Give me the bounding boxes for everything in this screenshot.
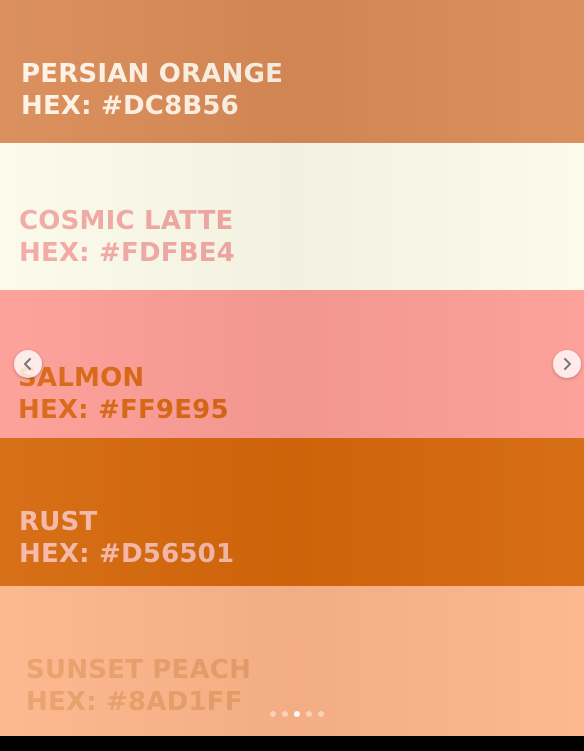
next-slide-button[interactable] (553, 350, 581, 378)
image-viewer: PERSIAN ORANGE HEX: #DC8B56 COSMIC LATTE… (0, 0, 584, 751)
swatch-hex: HEX: #8AD1FF (26, 687, 243, 717)
carousel-pagination (270, 711, 324, 717)
swatch-label: SUNSET PEACH HEX: #8AD1FF (26, 654, 251, 718)
swatch-hex: HEX: #D56501 (19, 539, 235, 569)
swatch-label: SALMON HEX: #FF9E95 (18, 362, 229, 426)
pagination-dot[interactable] (270, 711, 276, 717)
swatch-label: RUST HEX: #D56501 (19, 506, 234, 570)
chevron-left-icon (24, 358, 31, 370)
swatch-name: SUNSET PEACH (26, 655, 252, 685)
pagination-dot[interactable] (318, 711, 324, 717)
swatch-name: PERSIAN ORANGE (21, 59, 284, 89)
color-palette-image: PERSIAN ORANGE HEX: #DC8B56 COSMIC LATTE… (0, 0, 584, 736)
swatch-label: COSMIC LATTE HEX: #FDFBE4 (19, 205, 235, 269)
pagination-dot-active[interactable] (294, 711, 300, 717)
chevron-right-icon (564, 358, 571, 370)
swatch-name: COSMIC LATTE (19, 206, 234, 236)
swatch-persian-orange: PERSIAN ORANGE HEX: #DC8B56 (0, 0, 584, 143)
swatch-name: RUST (19, 507, 98, 537)
swatch-hex: HEX: #FDFBE4 (19, 238, 235, 268)
pagination-dot[interactable] (282, 711, 288, 717)
swatch-name: SALMON (18, 363, 145, 393)
swatch-hex: HEX: #FF9E95 (18, 395, 229, 425)
swatch-cosmic-latte: COSMIC LATTE HEX: #FDFBE4 (0, 143, 584, 290)
swatch-salmon: SALMON HEX: #FF9E95 (0, 290, 584, 438)
swatch-label: PERSIAN ORANGE HEX: #DC8B56 (21, 58, 283, 122)
pagination-dot[interactable] (306, 711, 312, 717)
previous-slide-button[interactable] (14, 350, 42, 378)
swatch-hex: HEX: #DC8B56 (21, 91, 239, 121)
swatch-rust: RUST HEX: #D56501 (0, 438, 584, 586)
